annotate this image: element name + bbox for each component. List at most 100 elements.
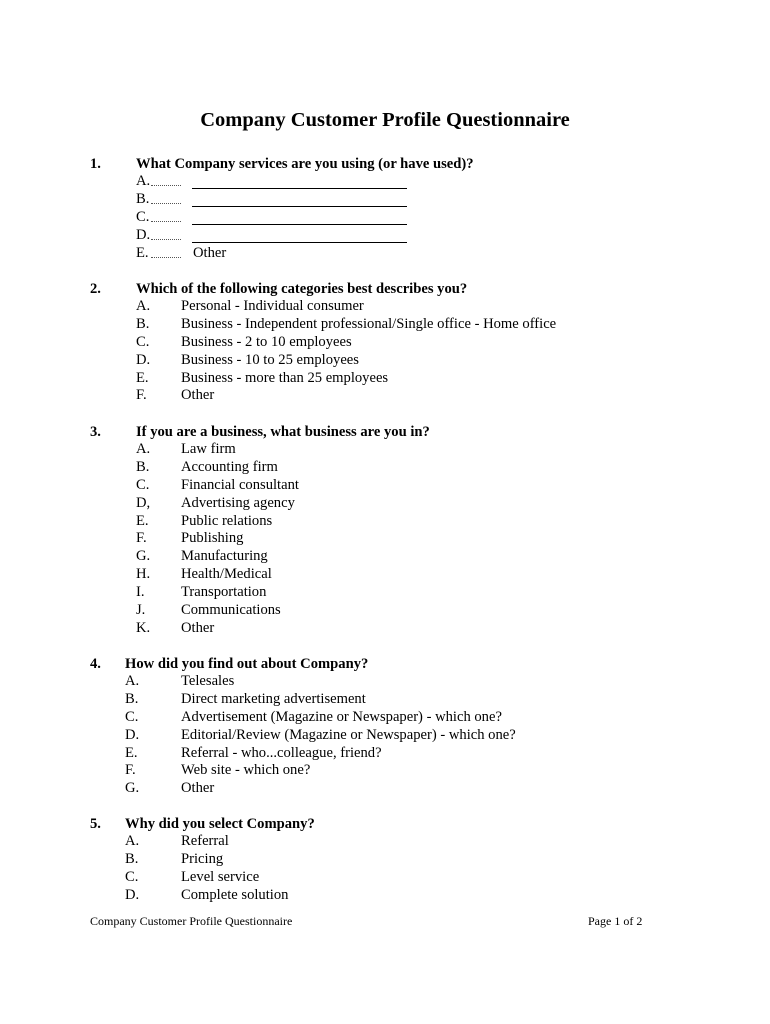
option-letter: G. xyxy=(136,548,151,565)
option-item: B. xyxy=(0,191,770,209)
option-item: B. Accounting firm xyxy=(0,459,770,477)
option-item: F. Other xyxy=(0,387,770,405)
option-item: C. Business - 2 to 10 employees xyxy=(0,334,770,352)
option-item: J. Communications xyxy=(0,602,770,620)
option-item: D. xyxy=(0,227,770,245)
option-letter: D. xyxy=(125,726,140,743)
option-item: I. Transportation xyxy=(0,584,770,602)
option-label: Law firm xyxy=(181,441,236,457)
option-letter: I. xyxy=(136,584,145,601)
option-letter: B. xyxy=(136,458,150,475)
option-label: Web site - which one? xyxy=(181,762,311,779)
footer-page-number: Page 1 of 2 xyxy=(588,914,643,928)
option-item: A. xyxy=(0,173,770,191)
option-label: Health/Medical xyxy=(181,566,272,583)
question-number: 4. xyxy=(90,656,101,672)
option-label: Pricing xyxy=(181,850,224,867)
option-label: Other xyxy=(181,780,215,797)
dot-leader xyxy=(151,220,181,222)
option-item: B. Pricing xyxy=(0,851,770,869)
option-letter: A. xyxy=(125,673,140,689)
option-item: C. Advertisement (Magazine or Newspaper) … xyxy=(0,709,770,727)
option-item: A. Law firm xyxy=(0,441,770,459)
question-number: 1. xyxy=(90,156,101,172)
option-label: Complete solution xyxy=(181,886,289,903)
option-item: E. Business - more than 25 employees xyxy=(0,370,770,388)
dot-leader xyxy=(151,238,181,240)
option-label: Personal - Individual consumer xyxy=(181,298,364,314)
option-letter: E. xyxy=(136,512,149,529)
answer-blank-line[interactable] xyxy=(192,194,407,207)
option-item: F. Publishing xyxy=(0,530,770,548)
option-letter: B. xyxy=(136,315,150,332)
question-text: Why did you select Company? xyxy=(125,816,315,832)
option-letter: E. xyxy=(136,369,149,386)
option-item: B. Direct marketing advertisement xyxy=(0,691,770,709)
option-letter: A. xyxy=(136,441,151,457)
option-letter: E. xyxy=(125,744,138,761)
option-item: A. Referral xyxy=(0,833,770,851)
option-letter: A. xyxy=(136,173,151,189)
option-item: A. Telesales xyxy=(0,673,770,691)
option-item: D. Editorial/Review (Magazine or Newspape… xyxy=(0,727,770,745)
option-label: Editorial/Review (Magazine or Newspaper)… xyxy=(181,726,516,743)
option-label: Referral xyxy=(181,833,229,849)
question-text: If you are a business, what business are… xyxy=(136,424,430,440)
question-1: 1. What Company services are you using (… xyxy=(0,155,770,262)
option-item: D, Advertising agency xyxy=(0,495,770,513)
option-item: F. Web site - which one? xyxy=(0,762,770,780)
option-letter: D. xyxy=(136,226,151,243)
option-item: G. Manufacturing xyxy=(0,548,770,566)
answer-blank-line[interactable] xyxy=(192,176,407,189)
option-label: Advertisement (Magazine or Newspaper) - … xyxy=(181,708,502,725)
option-label: Other xyxy=(193,244,227,261)
option-letter: B. xyxy=(125,850,139,867)
option-item: E. Referral - who...colleague, friend? xyxy=(0,745,770,763)
option-label: Telesales xyxy=(181,673,235,689)
option-letter: D, xyxy=(136,494,151,511)
question-text: How did you find out about Company? xyxy=(125,656,369,672)
answer-blank-line[interactable] xyxy=(192,212,407,225)
option-letter: C. xyxy=(136,333,150,350)
option-letter: H. xyxy=(136,566,151,583)
option-item: C. Level service xyxy=(0,869,770,887)
option-letter: C. xyxy=(136,476,150,493)
question-5: 5. Why did you select Company? A. Referra… xyxy=(0,815,770,905)
option-item: K. Other xyxy=(0,620,770,638)
option-label: Financial consultant xyxy=(181,476,299,493)
option-item: C. xyxy=(0,209,770,227)
option-label: Publishing xyxy=(181,530,244,547)
option-label: Business - 2 to 10 employees xyxy=(181,333,352,350)
question-4: 4. How did you find out about Company? A… xyxy=(0,655,770,798)
option-item: E. Other xyxy=(0,245,770,263)
option-letter: B. xyxy=(136,190,150,207)
option-letter: D. xyxy=(136,351,151,368)
option-item: D. Complete solution xyxy=(0,887,770,905)
option-label: Business - Independent professional/Sing… xyxy=(181,315,557,332)
dot-leader xyxy=(151,256,181,258)
option-item: H. Health/Medical xyxy=(0,566,770,584)
option-label: Business - more than 25 employees xyxy=(181,369,389,386)
option-letter: F. xyxy=(125,762,136,779)
dot-leader xyxy=(151,202,181,204)
option-letter: B. xyxy=(125,690,139,707)
option-label: Communications xyxy=(181,602,281,619)
question-3: 3. If you are a business, what business … xyxy=(0,423,770,638)
question-number: 2. xyxy=(90,281,101,297)
question-number: 3. xyxy=(90,424,101,440)
option-label: Public relations xyxy=(181,512,273,529)
option-label: Other xyxy=(181,387,215,404)
question-number: 5. xyxy=(90,816,101,832)
option-label: Manufacturing xyxy=(181,548,268,565)
option-letter: A. xyxy=(136,298,151,314)
answer-blank-line[interactable] xyxy=(192,230,407,243)
option-letter: G. xyxy=(125,780,140,797)
option-label: Direct marketing advertisement xyxy=(181,690,366,707)
question-2: 2. Which of the following categories bes… xyxy=(0,280,770,405)
question-text: What Company services are you using (or … xyxy=(136,156,474,172)
option-letter: J. xyxy=(136,602,146,619)
option-label: Other xyxy=(181,619,215,636)
option-item: D. Business - 10 to 25 employees xyxy=(0,352,770,370)
footer-document-title: Company Customer Profile Questionnaire xyxy=(90,914,293,928)
option-label: Business - 10 to 25 employees xyxy=(181,351,359,368)
